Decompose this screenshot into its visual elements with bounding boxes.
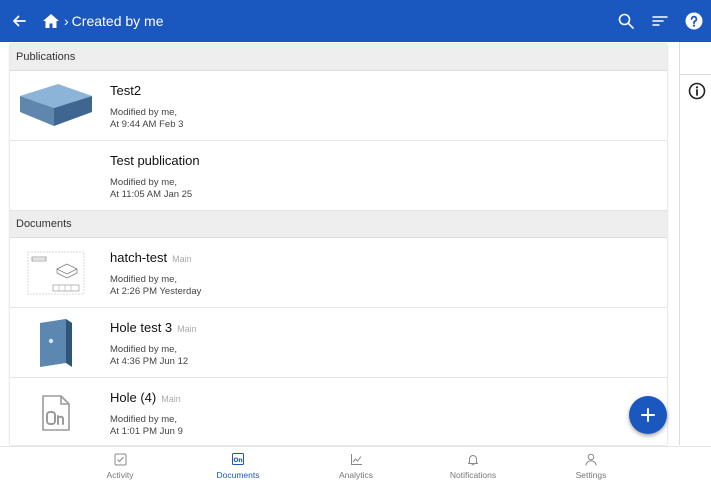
info-icon: [688, 82, 706, 100]
user-icon: [585, 453, 597, 466]
help-icon: [685, 12, 703, 30]
nav-label: Analytics: [338, 470, 373, 480]
document-name: Hole test 3: [110, 320, 173, 335]
nav-label: Notifications: [449, 470, 497, 480]
document-name: hatch-test: [110, 250, 168, 265]
publication-name: Test publication: [110, 153, 200, 168]
publications-section-header: Publications: [10, 44, 667, 71]
document-row[interactable]: hatch-test Main Modified by me, At 2:26 P…: [10, 238, 667, 308]
publication-thumbnail: [10, 71, 102, 141]
documents-section-header: Documents: [10, 211, 667, 238]
nav-notifications[interactable]: Notifications: [423, 451, 523, 483]
plus-icon: [641, 408, 655, 422]
nav-activity[interactable]: Activity: [70, 451, 170, 483]
search-icon: [618, 13, 634, 29]
modified-at: At 1:01 PM Jun 9: [110, 426, 183, 437]
home-button[interactable]: [40, 0, 62, 42]
breadcrumb-chevron: ›: [64, 13, 69, 29]
nav-settings[interactable]: Settings: [541, 451, 641, 483]
details-rail: [679, 42, 711, 445]
modified-by: Modified by me,: [110, 414, 178, 425]
sort-button[interactable]: [643, 0, 677, 42]
nav-label: Activity: [106, 470, 134, 480]
nav-analytics[interactable]: Analytics: [306, 451, 406, 483]
app-header: › Created by me: [0, 0, 711, 42]
modified-by: Modified by me,: [110, 177, 178, 188]
modified-at: At 11:05 AM Jan 25: [110, 189, 193, 200]
onshape-document-icon: [42, 395, 70, 431]
add-button[interactable]: [629, 396, 667, 434]
document-row[interactable]: Hole test 3 Main Modified by me, At 4:36 …: [10, 308, 667, 378]
bell-icon: [468, 454, 478, 465]
bottom-navigation: Activity On Documents Analytics Notifica…: [0, 446, 711, 484]
nav-documents[interactable]: On Documents: [188, 451, 288, 483]
publication-row[interactable]: Test publication Modified by me, At 11:0…: [10, 141, 667, 211]
nav-label: Settings: [575, 470, 607, 480]
publication-row[interactable]: Test2 Modified by me, At 9:44 AM Feb 3: [10, 71, 667, 141]
modified-by: Modified by me,: [110, 274, 178, 285]
document-thumbnail: [10, 378, 102, 445]
document-thumbnail: [10, 238, 102, 308]
branch-label: Main: [177, 324, 197, 334]
rail-divider: [680, 74, 711, 75]
modified-by: Modified by me,: [110, 107, 178, 118]
document-name: Hole (4): [110, 390, 157, 405]
document-row[interactable]: Hole (4) Main Modified by me, At 1:01 PM …: [10, 378, 667, 445]
back-button[interactable]: [0, 0, 38, 42]
home-icon: [43, 14, 59, 28]
analytics-icon: [350, 453, 362, 465]
document-thumbnail: [10, 308, 102, 378]
branch-label: Main: [161, 394, 181, 404]
help-button[interactable]: [677, 0, 711, 42]
publication-thumbnail: [10, 141, 102, 211]
arrow-back-icon: [13, 15, 26, 27]
publication-name: Test2: [110, 83, 142, 98]
document-list: Publications Test2 Modified by me, At 9:…: [10, 44, 667, 445]
page-title: Created by me: [71, 13, 164, 29]
branch-label: Main: [172, 254, 192, 264]
modified-at: At 2:26 PM Yesterday: [110, 286, 202, 297]
info-button[interactable]: [688, 82, 706, 100]
nav-label: Documents: [216, 470, 260, 480]
modified-at: At 9:44 AM Feb 3: [110, 119, 184, 130]
modified-at: At 4:36 PM Jun 12: [110, 356, 189, 367]
search-button[interactable]: [609, 0, 643, 42]
svg-text:On: On: [233, 457, 242, 464]
modified-by: Modified by me,: [110, 344, 178, 355]
sort-icon: [652, 16, 668, 26]
documents-icon: On: [232, 453, 244, 465]
activity-icon: [114, 453, 126, 465]
